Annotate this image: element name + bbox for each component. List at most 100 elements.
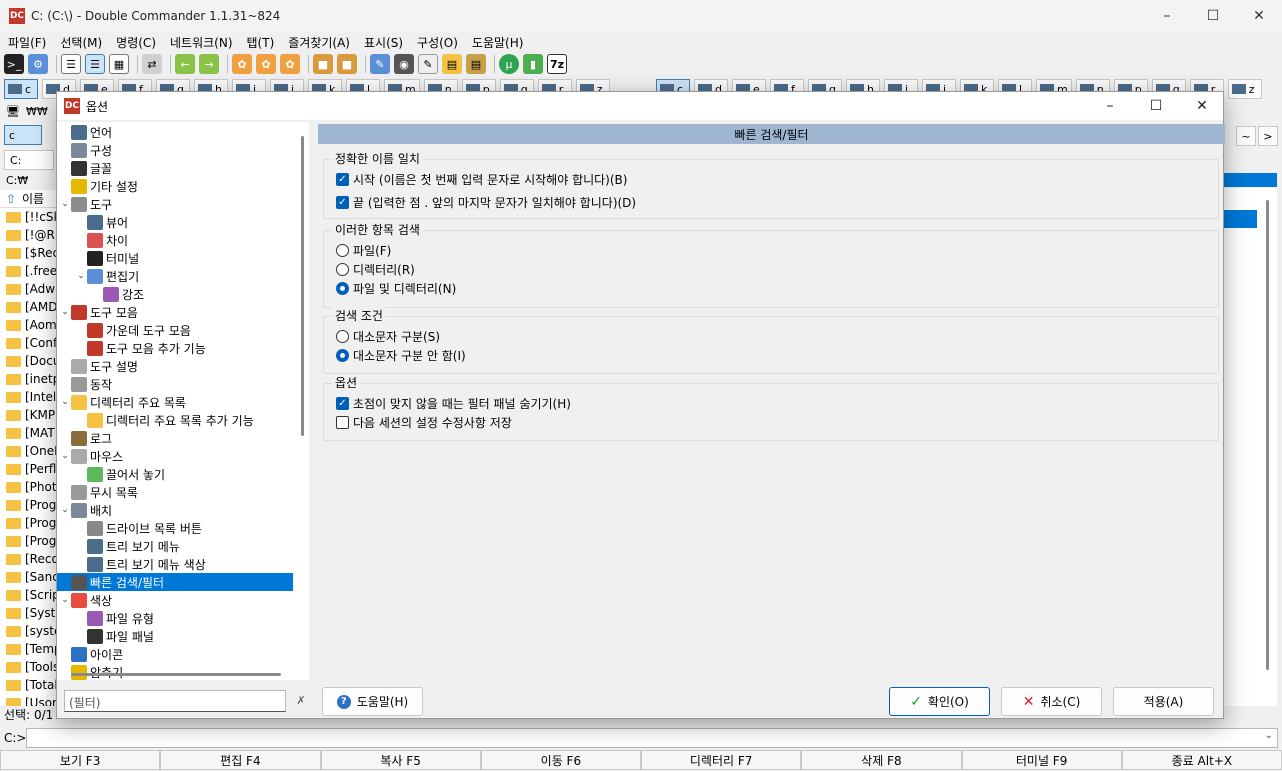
list-item[interactable]: [Reco	[0, 550, 56, 568]
case-insensitive-radio[interactable]: 대소문자 구분 안 함(I)	[336, 346, 466, 364]
ok-button[interactable]: ✓ 확인(O)	[889, 687, 990, 716]
list-item[interactable]: [inetp	[0, 370, 56, 388]
network-icon[interactable]: 🖥	[6, 105, 20, 118]
left-file-list[interactable]: [!!cSk [!@RI [$Rec [.free [Adw [AMD [Aom [Conf […	[0, 208, 56, 706]
command-input[interactable]: ⌄	[26, 728, 1278, 748]
list-item[interactable]: [Prog	[0, 496, 56, 514]
menu-tabs[interactable]: 탭(T)	[247, 34, 275, 51]
tree-item[interactable]: 파일 패널	[57, 627, 293, 645]
tree-item[interactable]: 드라이브 목록 버튼	[57, 519, 293, 537]
list-item[interactable]: [AMD	[0, 298, 56, 316]
right-nav-next-button[interactable]: >	[1258, 126, 1278, 146]
notepad-icon[interactable]: ▮	[523, 54, 543, 74]
chevron-down-icon[interactable]: ⌄	[59, 595, 71, 605]
copy-right-icon[interactable]: →	[199, 54, 219, 74]
tree-vertical-scrollbar[interactable]	[299, 122, 307, 680]
list-item[interactable]: [$Rec	[0, 244, 56, 262]
move-f6-button[interactable]: 이동 F6	[480, 750, 641, 770]
copy-left-icon[interactable]: ←	[175, 54, 195, 74]
view-f3-button[interactable]: 보기 F3	[0, 750, 161, 770]
options-tree[interactable]: 언어 구성 글꼴 기타 설정 ⌄ 도구 뷰어 차이 터미널 ⌄ 편집기 강조 ⌄ 도구 모음 가운데 도구 …	[57, 122, 309, 680]
terminal-f9-button[interactable]: 터미널 F9	[961, 750, 1122, 770]
tree-item[interactable]: 가운데 도구 모음	[57, 321, 293, 339]
tree-horizontal-scrollbar[interactable]	[57, 670, 309, 680]
right-scrollbar[interactable]	[1263, 190, 1273, 690]
full-view-icon[interactable]: ☰	[85, 54, 105, 74]
tree-item[interactable]: 무시 목록	[57, 483, 293, 501]
list-item[interactable]: [!@RI	[0, 226, 56, 244]
copy-path-icon[interactable]: ✎	[370, 54, 390, 74]
tree-item[interactable]: ⌄ 마우스	[57, 447, 293, 465]
tree-item[interactable]: ⌄ 디렉터리 주요 목록	[57, 393, 293, 411]
maximize-icon[interactable]: ☐	[1133, 92, 1179, 120]
list-item[interactable]: [KMP	[0, 406, 56, 424]
left-column-header[interactable]: ⇧ 이름	[0, 190, 56, 208]
search-files-icon[interactable]: ✿	[256, 54, 276, 74]
tree-item[interactable]: 로그	[57, 429, 293, 447]
tree-item[interactable]: ⌄ 편집기	[57, 267, 293, 285]
thumbnail-view-icon[interactable]: ▦	[109, 54, 129, 74]
sync-dirs-icon[interactable]: ⇄	[142, 54, 162, 74]
close-icon[interactable]: ✕	[1179, 92, 1225, 120]
list-item[interactable]: [Syste	[0, 604, 56, 622]
tree-item[interactable]: 트리 보기 메뉴 색상	[57, 555, 293, 573]
chevron-down-icon[interactable]: ⌄	[59, 505, 71, 515]
list-item[interactable]: [Usor	[0, 694, 56, 706]
minimize-icon[interactable]: –	[1087, 92, 1133, 120]
list-item[interactable]: [Conf	[0, 334, 56, 352]
scrollbar-thumb[interactable]	[301, 136, 304, 436]
list-item[interactable]: [Tools	[0, 658, 56, 676]
scrollbar-thumb[interactable]	[71, 673, 281, 676]
list-item[interactable]: [Prog	[0, 532, 56, 550]
edit-icon[interactable]: ✎	[418, 54, 438, 74]
mkdir-f7-button[interactable]: 디렉터리 F7	[641, 750, 802, 770]
tree-item[interactable]: 강조	[57, 285, 293, 303]
tree-item[interactable]: 차이	[57, 231, 293, 249]
terminal-icon[interactable]: >_	[4, 54, 24, 74]
chevron-down-icon[interactable]: ⌄	[59, 307, 71, 317]
search-files-radio[interactable]: 파일(F)	[336, 241, 391, 259]
list-item[interactable]: [Temp	[0, 640, 56, 658]
hide-filter-checkbox[interactable]: ✓ 초점이 맞지 않을 때는 필터 패널 숨기기(H)	[336, 394, 571, 412]
compress-icon[interactable]: ▤	[466, 54, 486, 74]
case-sensitive-radio[interactable]: 대소문자 구분(S)	[336, 327, 440, 345]
list-item[interactable]: [!!cSk	[0, 208, 56, 226]
match-end-checkbox[interactable]: ✓ 끝 (입력한 점 . 앞의 마지막 문자가 일치해야 합니다)(D)	[336, 193, 636, 211]
chevron-down-icon[interactable]: ⌄	[1265, 730, 1273, 741]
search-dirs-radio[interactable]: 디렉터리(R)	[336, 260, 415, 278]
list-item[interactable]: [OneI	[0, 442, 56, 460]
drive-button-z[interactable]: z	[1227, 79, 1262, 99]
list-item[interactable]: [Aom	[0, 316, 56, 334]
pack-files-icon[interactable]: ■	[313, 54, 333, 74]
tree-item[interactable]: 도구 설명	[57, 357, 293, 375]
exit-altx-button[interactable]: 종료 Alt+X	[1121, 750, 1282, 770]
maximize-icon[interactable]: ☐	[1190, 0, 1236, 32]
copy-f5-button[interactable]: 복사 F5	[320, 750, 481, 770]
tree-item[interactable]: 도구 모음 추가 기능	[57, 339, 293, 357]
menu-select[interactable]: 선택(M)	[60, 34, 102, 51]
cancel-button[interactable]: ✕ 취소(C)	[1001, 687, 1102, 716]
menu-configuration[interactable]: 구성(O)	[417, 34, 458, 51]
tree-item[interactable]: 끌어서 놓기	[57, 465, 293, 483]
clear-filter-icon[interactable]: ✗	[293, 692, 309, 708]
tree-item[interactable]: 언어	[57, 123, 293, 141]
tree-item[interactable]: 빠른 검색/필터	[57, 573, 293, 591]
multi-rename-icon[interactable]: ✿	[232, 54, 252, 74]
menu-file[interactable]: 파일(F)	[8, 34, 46, 51]
tree-item[interactable]: 디렉터리 주요 목록 추가 기능	[57, 411, 293, 429]
list-item[interactable]: [Phot	[0, 478, 56, 496]
list-item[interactable]: [Total	[0, 676, 56, 694]
tree-item[interactable]: ⌄ 색상	[57, 591, 293, 609]
tree-item[interactable]: ⌄ 배치	[57, 501, 293, 519]
scrollbar-thumb[interactable]	[1266, 200, 1269, 670]
options-gear-icon[interactable]: ⚙	[28, 54, 48, 74]
save-session-checkbox[interactable]: 다음 세션의 설정 수정사항 저장	[336, 413, 512, 431]
list-item[interactable]: [Adw	[0, 280, 56, 298]
edit-f4-button[interactable]: 편집 F4	[160, 750, 321, 770]
torrent-icon[interactable]: μ	[499, 54, 519, 74]
tree-item[interactable]: 터미널	[57, 249, 293, 267]
list-item[interactable]: [Perfl	[0, 460, 56, 478]
menu-show[interactable]: 표시(S)	[364, 34, 403, 51]
seven-zip-icon[interactable]: 7z	[547, 54, 567, 74]
menu-commands[interactable]: 명령(C)	[116, 34, 156, 51]
